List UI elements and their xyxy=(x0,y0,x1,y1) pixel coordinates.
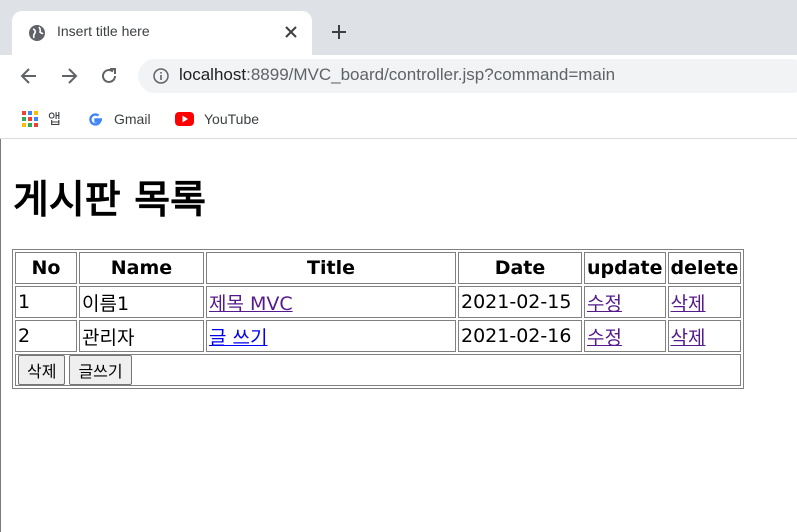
write-button[interactable]: 글쓰기 xyxy=(69,355,132,385)
column-header: update xyxy=(584,252,666,284)
row-number: 2 xyxy=(15,320,77,352)
column-header: Name xyxy=(79,252,204,284)
row-title-cell: 제목 MVC xyxy=(206,286,456,318)
delete-link[interactable]: 삭제 xyxy=(671,327,706,349)
youtube-icon xyxy=(175,112,194,126)
column-header: Title xyxy=(206,252,456,284)
delete-link[interactable]: 삭제 xyxy=(671,293,706,315)
url-host: localhost xyxy=(179,65,247,84)
forward-arrow-icon[interactable] xyxy=(58,65,80,87)
row-name: 관리자 xyxy=(79,320,204,352)
google-g-icon xyxy=(89,112,102,126)
row-name: 이름1 xyxy=(79,286,204,318)
address-bar[interactable]: localhost:8899/MVC_board/controller.jsp?… xyxy=(138,59,797,93)
browser-tab[interactable]: Insert title here xyxy=(12,11,312,55)
back-arrow-icon[interactable] xyxy=(18,65,40,87)
board-table: No Name Title Date update delete 1 이름1 제… xyxy=(12,249,745,389)
row-delete-cell: 삭제 xyxy=(667,286,742,318)
delete-button[interactable]: 삭제 xyxy=(18,355,66,385)
close-icon[interactable] xyxy=(282,23,300,41)
apps-grid-icon xyxy=(22,111,38,127)
row-date: 2021-02-16 xyxy=(458,320,582,352)
column-header: delete xyxy=(667,252,742,284)
row-delete-cell: 삭제 xyxy=(667,320,742,352)
update-link[interactable]: 수정 xyxy=(587,327,622,349)
actions-cell: 삭제 글쓰기 xyxy=(15,354,742,386)
page-title: 게시판 목록 xyxy=(13,178,206,223)
table-header-row: No Name Title Date update delete xyxy=(15,252,742,284)
tab-title: Insert title here xyxy=(57,23,150,39)
new-tab-icon[interactable] xyxy=(329,22,349,42)
bookmark-gmail[interactable]: Gmail xyxy=(87,109,151,129)
table-row: 1 이름1 제목 MVC 2021-02-15 수정 삭제 xyxy=(15,286,742,318)
table-actions-row: 삭제 글쓰기 xyxy=(15,354,742,386)
bookmark-label: YouTube xyxy=(204,111,260,127)
update-link[interactable]: 수정 xyxy=(587,293,622,315)
bookmark-label: Gmail xyxy=(114,111,151,127)
bookmark-apps[interactable]: 앱 xyxy=(22,109,61,129)
row-date: 2021-02-15 xyxy=(458,286,582,318)
bookmark-youtube[interactable]: YouTube xyxy=(175,109,259,129)
bookmark-label: 앱 xyxy=(48,111,61,127)
row-update-cell: 수정 xyxy=(584,320,666,352)
tab-strip: Insert title here xyxy=(0,0,797,55)
row-title-link[interactable]: 제목 MVC xyxy=(209,293,293,315)
bookmarks-bar: 앱 Gmail YouTube xyxy=(0,100,797,139)
globe-icon xyxy=(29,25,45,41)
row-number: 1 xyxy=(15,286,77,318)
row-update-cell: 수정 xyxy=(584,286,666,318)
table-row: 2 관리자 글 쓰기 2021-02-16 수정 삭제 xyxy=(15,320,742,352)
reload-icon[interactable] xyxy=(98,65,120,87)
info-icon[interactable] xyxy=(153,68,169,84)
row-title-link[interactable]: 글 쓰기 xyxy=(209,327,267,349)
page-content: 게시판 목록 No Name Title Date update delete … xyxy=(0,139,797,532)
url-text: localhost:8899/MVC_board/controller.jsp?… xyxy=(179,65,615,85)
url-path: :8899/MVC_board/controller.jsp?command=m… xyxy=(246,65,616,84)
row-title-cell: 글 쓰기 xyxy=(206,320,456,352)
column-header: Date xyxy=(458,252,582,284)
column-header: No xyxy=(15,252,77,284)
toolbar: localhost:8899/MVC_board/controller.jsp?… xyxy=(0,55,797,100)
